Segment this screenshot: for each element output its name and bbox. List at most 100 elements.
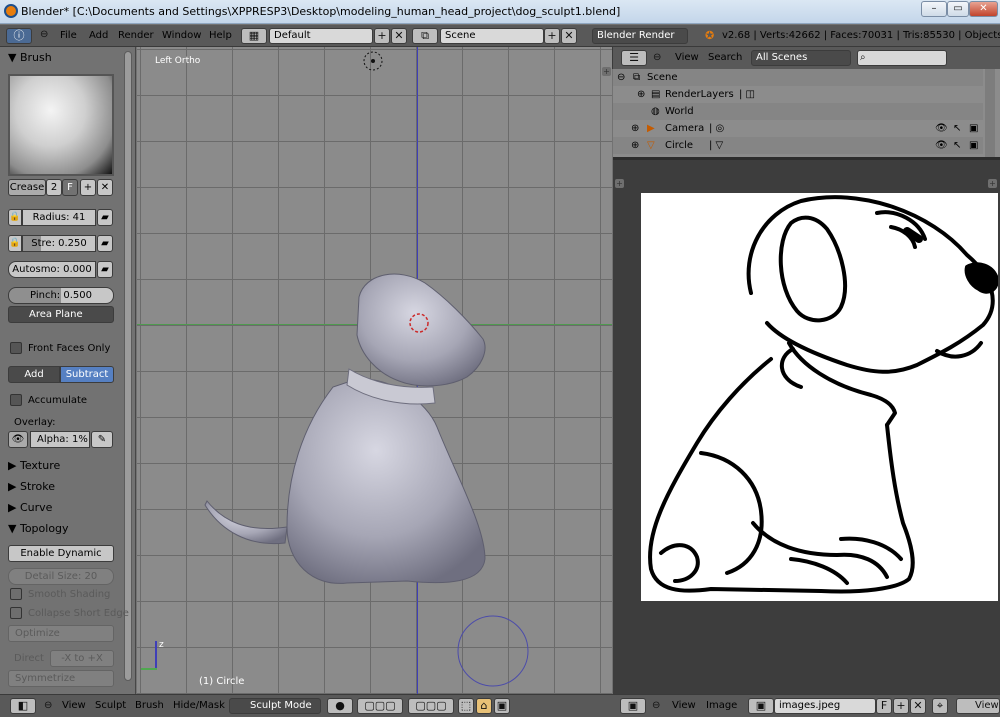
image-properties-toggle-icon[interactable]: + [988, 179, 997, 188]
new-image-button[interactable]: + [893, 698, 909, 714]
image-editor-collapse-icon[interactable]: ⊖ [652, 700, 660, 711]
brush-name-field[interactable]: Crease [8, 179, 46, 196]
expand-icon[interactable]: ⊕ [631, 120, 639, 137]
menu-help[interactable]: Help [209, 30, 232, 41]
menu-file[interactable]: File [60, 30, 77, 41]
stroke-panel-header[interactable]: ▶ Stroke [8, 480, 55, 493]
menu-brush[interactable]: Brush [135, 700, 164, 711]
outliner-search-input[interactable] [857, 50, 947, 66]
pinch-slider[interactable]: Pinch: 0.500 [8, 287, 114, 304]
restore-button[interactable]: ▭ [947, 1, 969, 17]
minimize-button[interactable]: – [921, 1, 947, 17]
brush-preview-image[interactable] [8, 74, 114, 176]
radius-lock-icon[interactable]: 🔒 [8, 209, 22, 226]
outliner-row-renderlayers[interactable]: ⊕ ▤ RenderLayers | ◫ [613, 86, 983, 103]
radius-pressure-icon[interactable]: ▰ [97, 209, 113, 226]
scene-field[interactable]: Scene [440, 28, 544, 44]
image-editor-type-icon[interactable]: ▣ [620, 698, 646, 714]
viewport-editor-type-icon[interactable]: ◧ [10, 698, 36, 714]
menu-window[interactable]: Window [162, 30, 201, 41]
render-engine-select[interactable]: Blender Render [592, 28, 688, 44]
unlink-image-button[interactable]: ✕ [910, 698, 926, 714]
visibility-eye-icon[interactable]: 👁 [935, 120, 948, 137]
layers-button-group-1[interactable]: ▢▢▢ [357, 698, 403, 714]
autosmooth-pressure-icon[interactable]: ▰ [97, 261, 113, 278]
image-name-field[interactable]: images.jpeg [774, 698, 876, 714]
outliner-row-camera[interactable]: ⊕ ▶ Camera | ◎ 👁 ↖ ▣ [613, 120, 983, 137]
outliner-row-scene[interactable]: ⊖ ⧉ Scene [613, 69, 983, 86]
add-scene-button[interactable]: + [544, 28, 560, 44]
subtract-direction-button[interactable]: Subtract [60, 366, 114, 383]
menu-viewport-view[interactable]: View [62, 700, 86, 711]
renderable-camera-icon[interactable]: ▣ [969, 137, 978, 154]
menu-image[interactable]: Image [706, 700, 737, 711]
mode-select[interactable]: Sculpt Mode [229, 698, 321, 714]
radius-slider[interactable]: Radius: 41 [22, 209, 96, 226]
tool-shelf-scrollbar[interactable] [124, 51, 132, 681]
outliner-scrollbar[interactable] [985, 69, 995, 157]
outliner-editor-type-icon[interactable]: ☰ [621, 50, 647, 66]
layers-button-group-2[interactable]: ▢▢▢ [408, 698, 454, 714]
outliner-collapse-icon[interactable]: ⊖ [653, 52, 661, 63]
outliner-filter-select[interactable]: All Scenes [751, 50, 851, 66]
front-faces-checkbox[interactable] [10, 342, 22, 354]
expand-icon[interactable]: ⊖ [617, 69, 625, 86]
expand-icon[interactable]: ⊕ [637, 86, 645, 103]
render-icon[interactable]: ⌂ [476, 698, 492, 714]
menu-outliner-search[interactable]: Search [708, 52, 742, 63]
viewport-collapse-icon[interactable]: ⊖ [44, 700, 52, 711]
viewport-shading-icon[interactable]: ● [327, 698, 353, 714]
enable-dynamic-button[interactable]: Enable Dynamic [8, 545, 114, 562]
layout-field[interactable]: Default [269, 28, 373, 44]
remove-scene-button[interactable]: ✕ [561, 28, 577, 44]
image-fake-user-button[interactable]: F [876, 698, 892, 714]
strength-pressure-icon[interactable]: ▰ [97, 235, 113, 252]
menu-render[interactable]: Render [118, 30, 154, 41]
remove-brush-button[interactable]: ✕ [97, 179, 113, 196]
menu-sculpt[interactable]: Sculpt [95, 700, 126, 711]
editor-type-icon[interactable]: ⓘ [6, 28, 32, 44]
autosmooth-slider[interactable]: Autosmo: 0.000 [8, 261, 96, 278]
3d-viewport[interactable]: Left Ortho + z (1) Circle [137, 47, 612, 694]
topology-panel-header[interactable]: ▼ Topology [8, 522, 69, 535]
renderable-camera-icon[interactable]: ▣ [969, 120, 978, 137]
screen-layout-icon[interactable]: ▦ [241, 28, 267, 44]
overlay-eye-icon[interactable]: 👁 [8, 431, 28, 448]
texture-panel-header[interactable]: ▶ Texture [8, 459, 60, 472]
view-mode-select[interactable]: View [956, 698, 1000, 714]
alpha-slider[interactable]: Alpha: 1% [30, 431, 90, 448]
collapse-short-checkbox[interactable] [10, 607, 22, 619]
browse-image-icon[interactable]: ▣ [748, 698, 774, 714]
symmetrize-button[interactable]: Symmetrize [8, 670, 114, 687]
strength-lock-icon[interactable]: 🔒 [8, 235, 22, 252]
direct-select[interactable]: -X to +X [50, 650, 114, 667]
image-editor[interactable]: + + [613, 157, 1000, 694]
collapse-menu-icon[interactable]: ⊖ [40, 29, 48, 40]
menu-hide-mask[interactable]: Hide/Mask [173, 700, 225, 711]
brush-fake-user-button[interactable]: F [62, 179, 78, 196]
brush-panel-header[interactable]: ▼ Brush [8, 51, 52, 64]
optimize-button[interactable]: Optimize [8, 625, 114, 642]
menu-outliner-view[interactable]: View [675, 52, 699, 63]
scene-icon[interactable]: ⧉ [412, 28, 438, 44]
selectable-arrow-icon[interactable]: ↖ [953, 120, 961, 137]
strength-slider[interactable]: Stre: 0.250 [22, 235, 96, 252]
brush-users-count[interactable]: 2 [46, 179, 62, 196]
add-brush-button[interactable]: + [80, 179, 96, 196]
outliner-row-circle[interactable]: ⊕ ▽ Circle | ▽ 👁 ↖ ▣ [613, 137, 983, 154]
outliner-row-world[interactable]: ◍ World [613, 103, 983, 120]
add-layout-button[interactable]: + [374, 28, 390, 44]
expand-icon[interactable]: ⊕ [631, 137, 639, 154]
overlay-brush-icon[interactable]: ✎ [91, 431, 113, 448]
pin-image-icon[interactable]: ⌖ [932, 698, 948, 714]
add-direction-button[interactable]: Add [8, 366, 60, 383]
close-button[interactable]: ✕ [969, 1, 998, 17]
menu-image-view[interactable]: View [672, 700, 696, 711]
curve-panel-header[interactable]: ▶ Curve [8, 501, 52, 514]
visibility-eye-icon[interactable]: 👁 [935, 137, 948, 154]
lock-layers-icon[interactable]: ⬚ [458, 698, 474, 714]
accumulate-checkbox[interactable] [10, 394, 22, 406]
smooth-shading-checkbox[interactable] [10, 588, 22, 600]
area-plane-select[interactable]: Area Plane [8, 306, 114, 323]
image-tools-toggle-icon[interactable]: + [615, 179, 624, 188]
